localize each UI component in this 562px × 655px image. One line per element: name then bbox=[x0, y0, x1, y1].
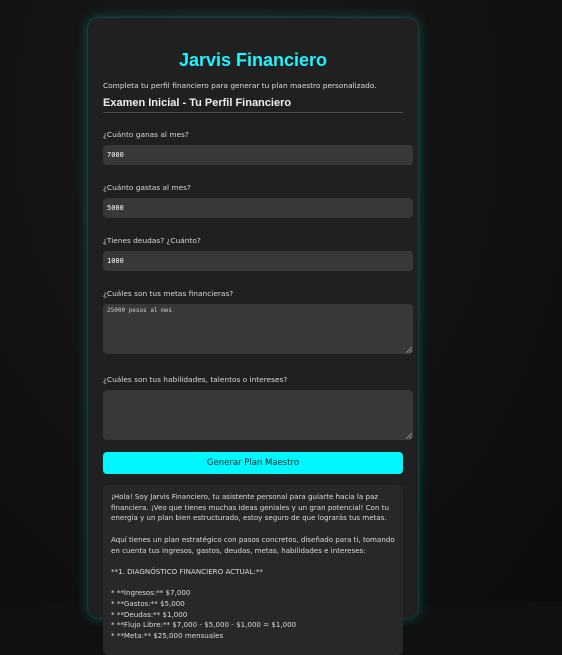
section-title: Examen Inicial - Tu Perfil Financiero bbox=[103, 96, 403, 113]
response-bullet: * **Ingresos:** $7,000 bbox=[111, 588, 191, 598]
response-greeting: ¡Hola! Soy Jarvis Financiero, tu asisten… bbox=[111, 492, 389, 523]
response-bullet: * **Deudas:** $1,000 bbox=[111, 609, 188, 619]
field-debts: ¿Tienes deudas? ¿Cuánto? 1000 bbox=[103, 228, 413, 271]
field-income: ¿Cuánto ganas al mes? 7000 bbox=[103, 122, 413, 165]
expenses-input[interactable]: 5000 bbox=[103, 198, 413, 218]
skills-label: ¿Cuáles son tus habilidades, talentos o … bbox=[103, 375, 288, 384]
goals-textarea[interactable]: 25000 pesos al mes bbox=[103, 304, 413, 354]
skills-textarea[interactable] bbox=[103, 390, 413, 440]
resize-grip-icon[interactable] bbox=[406, 347, 412, 353]
goals-label: ¿Cuáles son tus metas financieras? bbox=[103, 289, 234, 298]
response-heading: **1. DIAGNÓSTICO FINANCIERO ACTUAL:** bbox=[111, 566, 263, 576]
intro-text: Completa tu perfil financiero para gener… bbox=[103, 81, 377, 90]
debts-input[interactable]: 1000 bbox=[103, 251, 413, 271]
expenses-label: ¿Cuánto gastas al mes? bbox=[103, 183, 191, 192]
profile-card: Jarvis Financiero Completa tu perfil fin… bbox=[88, 18, 418, 655]
response-bullet: * **Gastos:** $5,000 bbox=[111, 598, 185, 608]
response-plan-intro: Aquí tienes un plan estratégico con paso… bbox=[111, 534, 395, 555]
response-bullet: * **Flujo Libre:** $7,000 - $5,000 - $1,… bbox=[111, 620, 297, 630]
field-expenses: ¿Cuánto gastas al mes? 5000 bbox=[103, 175, 413, 218]
income-label: ¿Cuánto ganas al mes? bbox=[103, 130, 189, 139]
income-input[interactable]: 7000 bbox=[103, 145, 413, 165]
field-goals: ¿Cuáles son tus metas financieras? 25000… bbox=[103, 281, 413, 354]
app-title: Jarvis Financiero bbox=[178, 50, 328, 70]
response-bullet: * **Meta:** $25,000 mensuales bbox=[111, 631, 224, 641]
field-skills: ¿Cuáles son tus habilidades, talentos o … bbox=[103, 367, 413, 440]
plan-response: ¡Hola! Soy Jarvis Financiero, tu asisten… bbox=[103, 485, 403, 655]
goals-value: 25000 pesos al mes bbox=[107, 307, 173, 314]
generate-plan-button[interactable]: Generar Plan Maestro bbox=[103, 452, 403, 474]
resize-grip-icon[interactable] bbox=[406, 433, 412, 439]
debts-label: ¿Tienes deudas? ¿Cuánto? bbox=[103, 236, 201, 245]
